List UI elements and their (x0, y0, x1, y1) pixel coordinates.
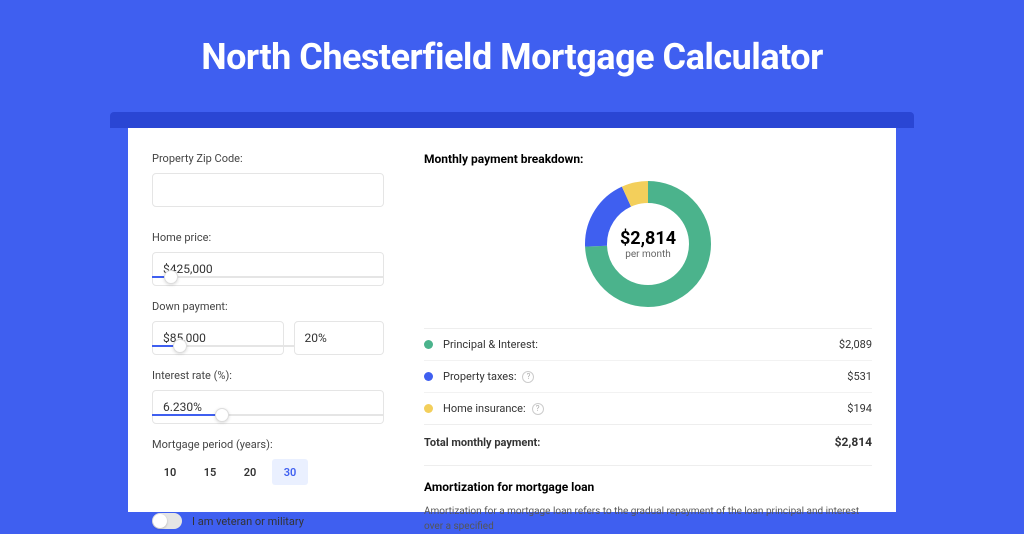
period-label: Mortgage period (years): (152, 438, 384, 451)
total-value: $2,814 (835, 435, 872, 449)
home-price-slider-thumb[interactable] (164, 270, 178, 284)
veteran-toggle[interactable] (152, 513, 182, 529)
total-label: Total monthly payment: (424, 436, 835, 449)
donut-area: $2,814 per month (424, 180, 872, 308)
legend-value: $531 (847, 370, 872, 383)
rate-group: Interest rate (%): (152, 369, 384, 420)
down-payment-slider-thumb[interactable] (173, 339, 187, 353)
rate-slider[interactable] (152, 414, 384, 420)
donut-center: $2,814 per month (584, 180, 712, 308)
down-payment-pct-input[interactable] (294, 321, 384, 355)
breakdown-title: Monthly payment breakdown: (424, 152, 872, 166)
calculator-card: Property Zip Code: Home price: Down paym… (128, 128, 896, 512)
veteran-row: I am veteran or military (152, 513, 384, 529)
legend-dot (424, 404, 433, 413)
legend-dot (424, 372, 433, 381)
legend-row: Home insurance:?$194 (424, 392, 872, 424)
legend-row: Principal & Interest:$2,089 (424, 328, 872, 360)
period-button-15[interactable]: 15 (192, 459, 228, 485)
down-payment-label: Down payment: (152, 300, 384, 313)
veteran-toggle-knob (153, 514, 167, 528)
help-icon[interactable]: ? (532, 403, 544, 415)
total-row: Total monthly payment: $2,814 (424, 424, 872, 461)
period-button-10[interactable]: 10 (152, 459, 188, 485)
donut-sub: per month (625, 249, 671, 260)
legend-label: Property taxes:? (443, 370, 847, 383)
zip-input[interactable] (152, 173, 384, 207)
rate-slider-thumb[interactable] (215, 408, 229, 422)
down-payment-group: Down payment: (152, 300, 384, 351)
page-title: North Chesterfield Mortgage Calculator (0, 0, 1024, 78)
legend-row: Property taxes:?$531 (424, 360, 872, 392)
rate-label: Interest rate (%): (152, 369, 384, 382)
legend-label: Home insurance:? (443, 402, 847, 415)
legend: Principal & Interest:$2,089Property taxe… (424, 328, 872, 424)
help-icon[interactable]: ? (522, 371, 534, 383)
legend-label: Principal & Interest: (443, 338, 839, 351)
down-payment-slider[interactable] (152, 345, 294, 351)
zip-group: Property Zip Code: (152, 152, 384, 221)
period-group: Mortgage period (years): 10152030 (152, 438, 384, 485)
period-button-30[interactable]: 30 (272, 459, 308, 485)
zip-label: Property Zip Code: (152, 152, 384, 165)
amortization-text: Amortization for a mortgage loan refers … (424, 504, 872, 534)
home-price-group: Home price: (152, 231, 384, 282)
breakdown-panel: Monthly payment breakdown: $2,814 per mo… (408, 128, 896, 512)
home-price-label: Home price: (152, 231, 384, 244)
veteran-label: I am veteran or military (192, 515, 304, 528)
form-panel: Property Zip Code: Home price: Down paym… (128, 128, 408, 512)
home-price-slider[interactable] (152, 276, 384, 282)
period-button-20[interactable]: 20 (232, 459, 268, 485)
amortization-title: Amortization for mortgage loan (424, 480, 872, 494)
donut-amount: $2,814 (620, 228, 676, 249)
legend-value: $194 (847, 402, 872, 415)
legend-value: $2,089 (839, 338, 872, 351)
card-accent (110, 112, 914, 128)
amortization-box: Amortization for mortgage loan Amortizat… (424, 465, 872, 534)
legend-dot (424, 340, 433, 349)
